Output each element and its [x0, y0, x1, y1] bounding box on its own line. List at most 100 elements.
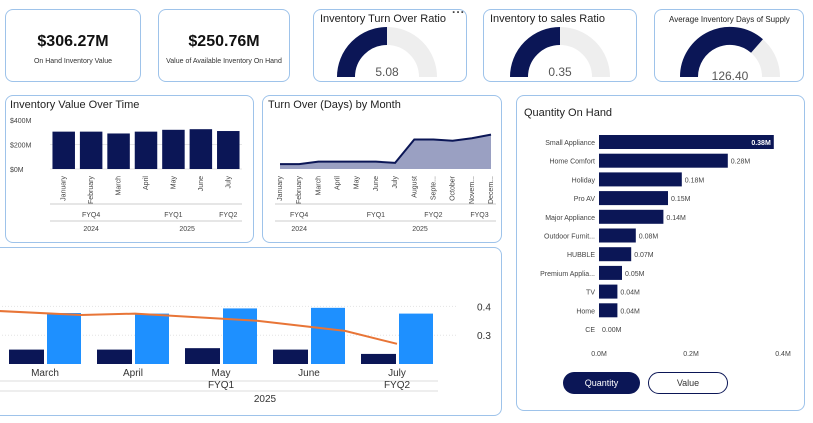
y-tick-label: $0M: [10, 167, 24, 174]
bar: [599, 303, 618, 318]
data-label: 0.05M: [625, 271, 645, 278]
gauge-value: 0.35: [548, 65, 572, 79]
more-options-icon[interactable]: ...: [452, 2, 465, 16]
kpi-card-on-hand[interactable]: $306.27M On Hand Inventory Value: [5, 9, 141, 82]
bar: [217, 131, 240, 169]
x-tick-label: February: [88, 176, 95, 205]
value-button[interactable]: Value: [648, 372, 728, 394]
bar-series-1: [361, 353, 396, 364]
bar: [134, 131, 158, 169]
x-tick-label: January: [277, 176, 284, 201]
bar-series-1: [97, 349, 132, 364]
bar: [599, 135, 774, 149]
bar: [599, 247, 632, 262]
kpi-value: $306.27M: [37, 33, 109, 50]
category-label: Small Appliance: [545, 140, 595, 147]
category-label: Home: [576, 308, 595, 315]
x-tick-label: 0.4M: [775, 351, 791, 358]
bar: [599, 209, 664, 224]
x-tick-label: Septe...: [430, 176, 437, 200]
quarter-label: FYQ2: [424, 212, 442, 219]
category-label: Outdoor Furnit...: [544, 234, 595, 241]
x-tick-label: 0.0M: [591, 351, 607, 358]
bar-series-2: [399, 313, 433, 364]
bar: [599, 265, 622, 280]
category-label: HUBBLE: [567, 252, 595, 259]
gauge-card-sales-ratio[interactable]: Inventory to sales Ratio 0.35: [483, 9, 637, 82]
x-tick-label: June: [198, 176, 205, 191]
gauge-card-turnover[interactable]: Inventory Turn Over Ratio 5.08: [313, 9, 467, 82]
x-tick-label: June: [298, 368, 320, 379]
x-tick-label: June: [373, 176, 380, 191]
x-tick-label: March: [116, 176, 123, 196]
category-label: Holiday: [572, 177, 596, 184]
bar: [52, 131, 75, 169]
bar: [599, 191, 668, 206]
data-label: 0.08M: [639, 234, 659, 241]
bar: [79, 131, 103, 169]
kpi-card-available[interactable]: $250.76M Value of Available Inventory On…: [158, 9, 290, 82]
x-tick-label: July: [392, 176, 399, 189]
data-label: 0.00M: [602, 327, 622, 334]
data-label: 0.07M: [634, 252, 654, 259]
x-tick-label: February: [296, 176, 303, 205]
gauge-card-days-supply[interactable]: Average Inventory Days of Supply 126.40: [654, 9, 804, 83]
y-tick-label: $200M: [10, 143, 32, 150]
y-tick-label: $400M: [10, 118, 32, 125]
x-tick-label: Decem...: [488, 176, 495, 204]
bar: [189, 129, 213, 169]
right-axis-tick: 0.3: [477, 331, 491, 342]
inventory-value-chart: $400M $200M $0M January February March April Ma…: [10, 118, 242, 233]
quantity-button[interactable]: Quantity: [563, 372, 640, 394]
bar-series-1: [185, 348, 220, 364]
x-tick-label: March: [31, 368, 59, 379]
data-label: 0.38M: [751, 140, 771, 147]
x-tick-label: October: [450, 175, 457, 201]
combo-chart-card[interactable]: March April May June July 0.4 0.3 FYQ1 FYQ2 2025: [0, 247, 502, 416]
category-label: TV: [586, 290, 595, 297]
year-label: 2025: [179, 226, 195, 233]
quarter-label: FYQ2: [219, 212, 237, 219]
x-tick-label: April: [335, 176, 342, 190]
inventory-value-card[interactable]: Inventory Value Over Time $400M $200M $0M J…: [5, 95, 254, 243]
quarter-label: FYQ1: [367, 212, 385, 219]
category-label: Major Appliance: [545, 215, 595, 222]
gauge-sales-ratio: 0.35: [510, 27, 610, 79]
bar: [599, 228, 636, 243]
data-label: 0.14M: [666, 215, 686, 222]
bar-series-2: [223, 308, 257, 364]
turnover-card[interactable]: Turn Over (Days) by Month January Februar…: [262, 95, 502, 243]
combo-chart: March April May June July 0.4 0.3 FYQ1 FYQ2 2025: [0, 302, 491, 405]
quarter-label: FYQ2: [384, 380, 411, 391]
quarter-label: FYQ4: [290, 212, 308, 219]
data-label: 0.28M: [731, 159, 751, 166]
data-label: 0.18M: [685, 177, 705, 184]
category-label: CE: [585, 327, 595, 334]
year-label: 2025: [412, 226, 428, 233]
category-label: Home Comfort: [549, 159, 595, 166]
category-label: Premium Applia...: [540, 271, 595, 278]
quantity-on-hand-chart: Small Appliance 0.38M Home Comfort 0.28M Hol…: [540, 135, 791, 358]
bar-series-2: [311, 307, 345, 364]
quantity-on-hand-card[interactable]: Quantity On Hand Small Appliance 0.38M Hom…: [516, 95, 805, 411]
gauge-value: 126.40: [712, 69, 749, 83]
bar-series-1: [273, 349, 308, 364]
x-tick-label: May: [212, 368, 231, 379]
x-tick-label: 0.2M: [683, 351, 699, 358]
x-tick-label: May: [170, 176, 177, 190]
quarter-label: FYQ3: [470, 212, 488, 219]
x-tick-label: April: [123, 368, 143, 379]
x-tick-label: August: [411, 176, 418, 198]
quarter-label: FYQ1: [208, 380, 235, 391]
category-label: Pro AV: [574, 196, 596, 203]
x-tick-label: May: [354, 176, 361, 190]
right-axis-tick: 0.4: [477, 302, 491, 313]
x-tick-label: July: [225, 176, 232, 189]
data-label: 0.15M: [671, 196, 691, 203]
bar: [599, 284, 618, 299]
gauge-value: 5.08: [375, 65, 399, 79]
x-tick-label: April: [143, 176, 150, 190]
kpi-label: On Hand Inventory Value: [33, 58, 113, 65]
year-label: 2025: [254, 394, 277, 405]
bar-series-2: [135, 313, 169, 364]
